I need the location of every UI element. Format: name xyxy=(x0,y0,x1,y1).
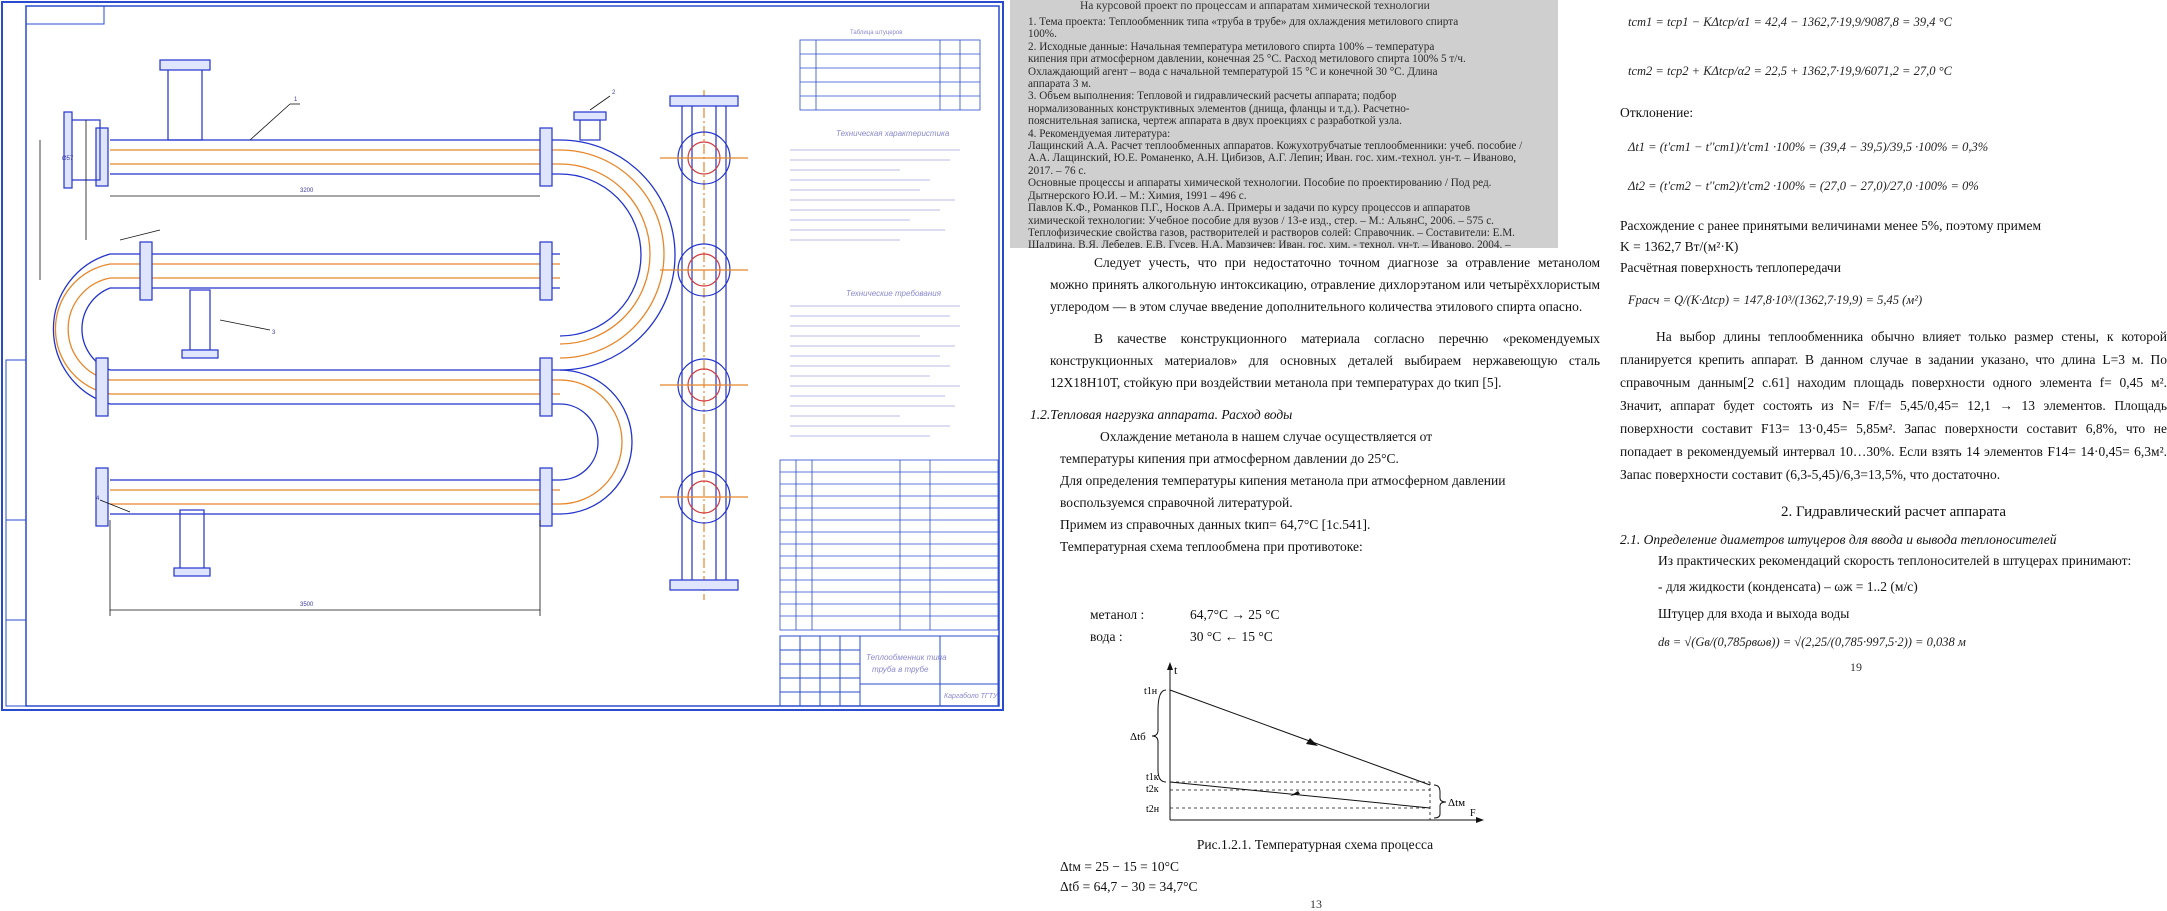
formula: dв = √(Gв/(0,785ρвωв)) = √(2,25/(0,785·9… xyxy=(1658,635,1966,649)
scan-header: На курсовой проект по процессам и аппара… xyxy=(1080,0,1430,12)
paragraph: Следует учесть, что при недостаточно точ… xyxy=(1050,255,1600,314)
nozzle-table xyxy=(799,39,981,111)
text-line: Расхождение с ранее принятыми величинами… xyxy=(1620,218,2041,233)
scan-line: Лащинский А.А. Расчет теплообменных аппа… xyxy=(1028,140,1523,153)
label-t1k: t1к xyxy=(1146,772,1159,783)
formula: tст2 = tср2 + KΔtср/α2 = 22,5 + 1362,7·1… xyxy=(1628,64,1952,78)
section-heading: 2. Гидравлический расчет аппарата xyxy=(1781,504,2006,520)
label-dtb: Δtб xyxy=(1130,731,1146,743)
text-line: - для жидкости (конденсата) – ωж = 1..2 … xyxy=(1658,579,1918,594)
methanol-label: метанол : xyxy=(1090,607,1145,622)
side-view xyxy=(660,90,748,600)
page-19: tст1 = tср1 − KΔtср/α1 = 42,4 − 1362,7·1… xyxy=(1620,0,2167,901)
label-dtm: Δtм xyxy=(1448,797,1465,809)
methanol-values: 64,7°С → 25 °С xyxy=(1190,607,1280,622)
text-line: Охлаждение метанола в нашем случае осуще… xyxy=(1100,429,1433,444)
temperature-scheme-text: метанол : 64,7°С → 25 °С вода : 30 °С ← 15… xyxy=(1090,604,1490,648)
page-13: Следует учесть, что при недостаточно точ… xyxy=(1010,252,1620,910)
paragraph: В качестве конструкционного материала со… xyxy=(1050,331,1600,390)
nozzles xyxy=(63,59,607,577)
formula: tст1 = tср1 − KΔtср/α1 = 42,4 − 1362,7·1… xyxy=(1628,15,1952,29)
axis-label-t: t xyxy=(1174,663,1178,677)
text-line: воспользуемся справочной литературой. xyxy=(1060,495,1293,510)
formula: Δt1 = (t'ст1 − t''ст1)/t'ст1 ·100% = (39… xyxy=(1628,140,1989,154)
scan-line: 2. Исходные данные: Начальная температур… xyxy=(1028,40,1435,53)
scan-line: 100%. xyxy=(1028,28,1057,41)
page-number: 13 xyxy=(1310,897,1322,911)
dimension-label: 3200 xyxy=(300,188,314,194)
scan-line: Дытнерского Ю.И. – М.: Химия, 1991 – 496… xyxy=(1028,189,1247,202)
equation: Δtб = 64,7 − 30 = 34,7°С xyxy=(1060,879,1198,894)
scan-line: Шадрина, В.Я. Лебедев, Е.В. Гусев, Н.А. … xyxy=(1028,239,1511,248)
scan-line: химической технологии: Учебное пособие д… xyxy=(1028,214,1494,227)
table-title: Таблица штуцеров xyxy=(850,30,902,36)
text-line: Расчётная поверхность теплопередачи xyxy=(1620,260,1841,275)
parts-list xyxy=(779,459,999,631)
scan-line: кипения при атмосферном давлении, конечн… xyxy=(1028,53,1466,66)
section-title: Техническая характеристика xyxy=(836,129,950,138)
text-line: Из практических рекомендаций скорость те… xyxy=(1658,553,2132,568)
scan-line: аппарата 3 м. xyxy=(1028,78,1092,91)
formula: Fрасч = Q/(K·Δtср) = 147,8·10³/(1362,7·1… xyxy=(1628,293,1923,307)
title-block-name: Теплообменник типа xyxy=(866,653,947,662)
scan-line: 1. Тема проекта: Теплообменник типа «тру… xyxy=(1028,16,1459,28)
equation: Δtм = 25 − 15 = 10°С xyxy=(1060,859,1179,874)
scan-line: Основные процессы и аппараты химической … xyxy=(1028,177,1492,190)
position-number: 3 xyxy=(272,330,276,336)
scan-line: Теплофизические свойства газов, раствори… xyxy=(1028,226,1515,239)
scan-line: 3. Объем выполнения: Тепловой и гидравли… xyxy=(1028,90,1397,103)
scan-line: Охлаждающий агент – вода с начальной тем… xyxy=(1028,65,1438,78)
subsection-heading: 2.1. Определение диаметров штуцеров для … xyxy=(1620,532,2057,547)
label-t1n: t1н xyxy=(1144,686,1158,697)
water-label: вода : xyxy=(1090,629,1123,644)
text-line: Для определения температуры кипения мета… xyxy=(1060,473,1506,488)
figure-caption: Рис.1.2.1. Температурная схема процесса xyxy=(1196,837,1434,852)
scan-line: 2017. – 76 с. xyxy=(1028,164,1087,177)
label-t2n: t2н xyxy=(1146,804,1160,815)
formula: Δt2 = (t'ст2 − t''ст2)/t'ст2 ·100% = (27… xyxy=(1628,179,1979,193)
scan-body: 1. Тема проекта: Теплообменник типа «тру… xyxy=(1028,16,1548,248)
scanned-assignment: На курсовой проект по процессам и аппара… xyxy=(1010,0,1558,248)
temperature-graph: t t1н Δtб t1к t2к t2н Δtм F xyxy=(1130,662,1484,823)
text-line: K = 1362,7 Вт/(м²·К) xyxy=(1620,239,1739,254)
page-number: 19 xyxy=(1850,660,1862,674)
dimension-label: 3500 xyxy=(300,602,314,608)
axis-label-F: F xyxy=(1470,808,1476,819)
text-line: Примем из справочных данных tкип= 64,7°С… xyxy=(1060,517,1371,532)
req-text-lines xyxy=(790,305,960,437)
title-block-org: Каргаболо ТГТУ xyxy=(944,692,999,700)
scan-line: нормализованных конструктивных элементов… xyxy=(1028,102,1410,115)
engineering-drawing: 3200 3500 Ø57 1 2 3 4 Таблица штуцеров Т… xyxy=(1,1,1004,711)
text-line: Температурная схема теплообмена при прот… xyxy=(1060,539,1363,554)
scan-line: Павлов К.Ф., Романков П.Г., Носков А.А. … xyxy=(1028,202,1471,215)
water-values: 30 °С ← 15 °С xyxy=(1190,629,1273,644)
flanges xyxy=(95,127,553,527)
position-number: 1 xyxy=(294,97,298,103)
section-title: Технические требования xyxy=(846,289,942,298)
scan-line: А.А. Лащинский, Ю.Е. Романенко, А.Н. Циб… xyxy=(1028,152,1517,165)
text-line: Штуцер для входа и выхода воды xyxy=(1658,606,1850,621)
section-heading: 1.2.Тепловая нагрузка аппарата. Расход в… xyxy=(1030,407,1293,422)
text-line: температуры кипения при атмосферном давл… xyxy=(1060,451,1399,466)
title-block-name: труба в трубе xyxy=(872,665,929,674)
dimension-label: Ø57 xyxy=(62,156,74,162)
spec-text-lines xyxy=(790,149,960,241)
paragraph: На выбор длины теплообменника обычно вли… xyxy=(1620,329,2167,482)
position-number: 2 xyxy=(612,90,616,96)
label-t2k: t2к xyxy=(1146,784,1159,795)
scan-line: 4. Рекомендуемая литература: xyxy=(1028,127,1171,140)
scan-line: пояснительная записка, чертеж аппарата в… xyxy=(1028,115,1402,128)
text-line: Отклонение: xyxy=(1620,105,1694,120)
